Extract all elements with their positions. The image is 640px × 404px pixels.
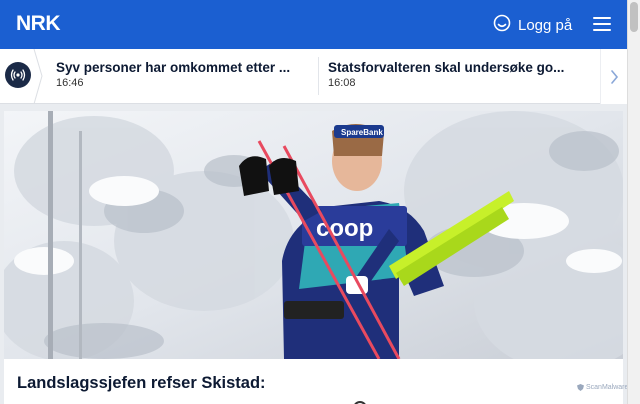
page-scrollbar[interactable] [627, 0, 640, 404]
hamburger-icon [593, 17, 611, 19]
watermark: ScanMalware [577, 384, 628, 391]
ticker-item[interactable]: Syv personer har omkommet etter ... 16:4… [56, 49, 318, 104]
ticker-item-time: 16:46 [56, 77, 84, 89]
live-ticker: Syv personer har omkommet etter ... 16:4… [0, 49, 627, 104]
ticker-item-title: Statsforvalteren skal undersøke go... [328, 60, 565, 75]
headband-text: SpareBank [341, 128, 383, 137]
ticker-next-button[interactable] [600, 49, 627, 104]
scrollbar-thumb[interactable] [630, 2, 638, 32]
article-card[interactable]: coop SpareBank Landslagssjefen refser Sk… [4, 111, 623, 404]
ticker-item-time: 16:08 [328, 77, 356, 89]
ticker-divider [33, 49, 43, 104]
shield-icon [577, 384, 584, 391]
ticker-item-divider [318, 57, 319, 95]
ticker-item[interactable]: Statsforvalteren skal undersøke go... 16… [328, 49, 590, 104]
login-button[interactable]: Logg på [493, 13, 572, 37]
top-navigation-bar: NRK Logg på [0, 0, 627, 49]
chevron-right-icon [611, 69, 619, 84]
ticker-item-title: Syv personer har omkommet etter ... [56, 60, 291, 75]
watermark-text: ScanMalware [586, 384, 629, 391]
user-icon [493, 14, 511, 37]
hamburger-menu-button[interactable] [593, 15, 613, 33]
logo-text: NRK [16, 12, 61, 35]
nrk-logo[interactable]: NRK [16, 12, 61, 35]
article-headline[interactable]: Landslagssjefen refser Skistad: [17, 374, 266, 393]
live-broadcast-icon[interactable] [5, 62, 31, 88]
article-hero-image[interactable]: coop SpareBank [4, 111, 623, 359]
login-label: Logg på [518, 16, 573, 34]
